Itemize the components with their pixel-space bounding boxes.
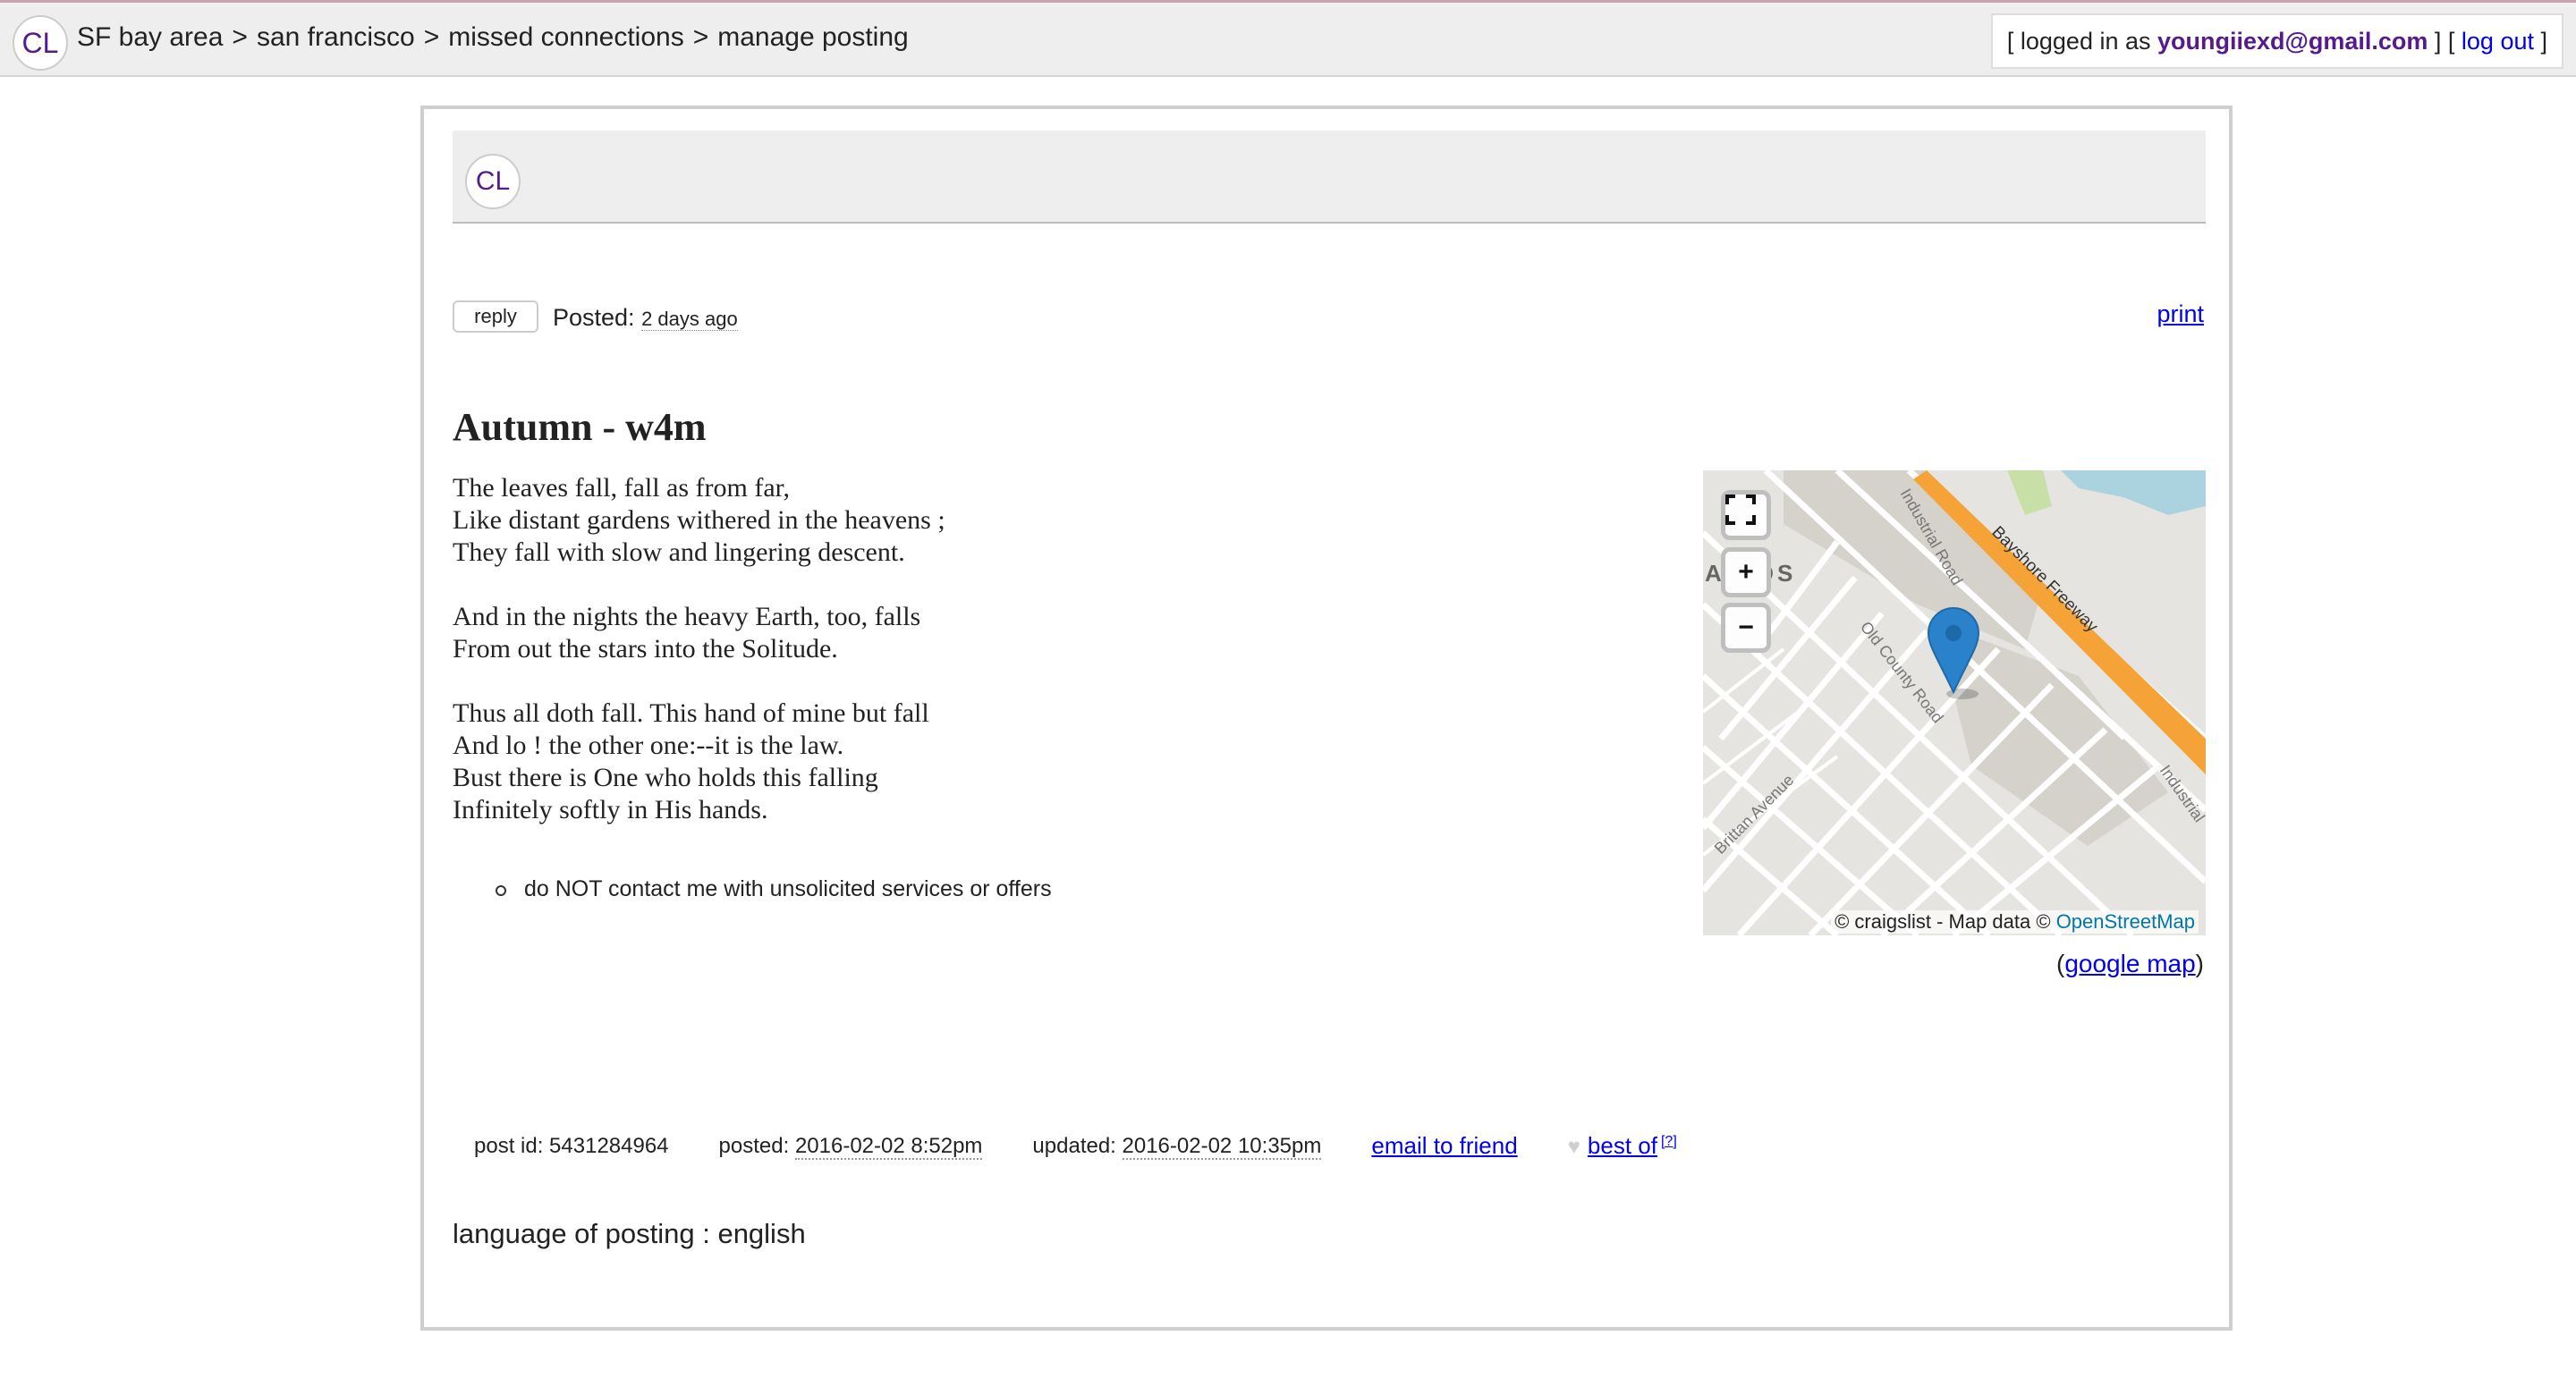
openstreetmap-link[interactable]: OpenStreetMap — [2056, 910, 2195, 933]
stanza: And in the nights the heavy Earth, too, … — [453, 601, 1258, 665]
notice-item: do NOT contact me with unsolicited servi… — [496, 876, 1052, 902]
user-status-box: [ logged in as youngiiexd@gmail.com ] [ … — [1990, 13, 2563, 69]
posted-ago: 2 days ago — [641, 308, 738, 331]
print-link[interactable]: print — [2157, 300, 2204, 328]
water-area — [2061, 470, 2206, 515]
google-map-link[interactable]: google map — [2064, 950, 2195, 977]
post-id: post id: 5431284964 — [474, 1133, 669, 1158]
breadcrumb: SF bay area > san francisco > missed connect… — [77, 22, 918, 53]
user-suffix: ] — [2533, 27, 2547, 55]
stanza: The leaves fall, fall as from far, Like … — [453, 472, 1258, 569]
notices-list: do NOT contact me with unsolicited servi… — [496, 876, 1052, 902]
breadcrumb-separator: > — [692, 22, 709, 52]
reply-button[interactable]: reply — [453, 300, 538, 333]
posted-date-value: 2016-02-02 8:52pm — [794, 1133, 983, 1160]
attribution-text: © craigslist - Map data © — [1835, 910, 2056, 933]
street-label: Brittan Avenue — [1711, 771, 1798, 858]
breadcrumb-area[interactable]: SF bay area — [77, 22, 223, 52]
fullscreen-icon — [1725, 495, 1756, 525]
best-of-help-link[interactable]: [?] — [1661, 1134, 1677, 1149]
paren-close: ) — [2195, 950, 2204, 977]
body-line: And lo ! the other one:--it is the law. — [453, 731, 844, 760]
posting-title: Autumn - w4m — [453, 405, 707, 449]
breadcrumb-separator: > — [232, 22, 248, 52]
body-line: They fall with slow and lingering descen… — [453, 537, 905, 567]
body-line: And in the nights the heavy Earth, too, … — [453, 602, 921, 631]
email-to-friend-link[interactable]: email to friend — [1371, 1132, 1517, 1160]
posting-frame: CL reply Posted: 2 days ago print Autumn… — [420, 106, 2233, 1331]
updated-date: updated: 2016-02-02 10:35pm — [1032, 1133, 1322, 1160]
user-middle: ] [ — [2428, 27, 2462, 55]
body-line: From out the stars into the Solitude. — [453, 634, 838, 664]
stanza: Thus all doth fall. This hand of mine bu… — [453, 698, 1258, 826]
breadcrumb-category[interactable]: missed connections — [448, 22, 683, 52]
breadcrumb-separator: > — [423, 22, 440, 52]
posted-date: posted: 2016-02-02 8:52pm — [718, 1133, 983, 1160]
body-line: The leaves fall, fall as from far, — [453, 473, 790, 503]
top-bar: CL SF bay area > san francisco > missed conn… — [0, 0, 2576, 77]
user-email[interactable]: youngiiexd@gmail.com — [2157, 28, 2428, 55]
posted-label: Posted: — [553, 304, 635, 331]
craigslist-logo[interactable]: CL — [465, 154, 521, 209]
heart-icon[interactable]: ♥ — [1568, 1135, 1580, 1159]
posting-language: language of posting : english — [453, 1218, 806, 1249]
body-line: Thus all doth fall. This hand of mine bu… — [453, 698, 929, 728]
zoom-in-button[interactable]: + — [1721, 547, 1771, 597]
breadcrumb-city[interactable]: san francisco — [257, 22, 415, 52]
craigslist-logo[interactable]: CL — [13, 15, 68, 71]
location-map[interactable]: Industrial Road Bayshore Freeway Old Cou… — [1703, 470, 2206, 935]
body-line: Like distant gardens withered in the hea… — [453, 505, 945, 535]
user-prefix: [ logged in as — [2006, 27, 2157, 55]
best-of-link[interactable]: best of — [1588, 1132, 1657, 1159]
zoom-out-button[interactable]: − — [1721, 603, 1771, 653]
posting-info-row: post id: 5431284964 posted: 2016-02-02 8… — [474, 1132, 1677, 1160]
map-attribution: © craigslist - Map data © OpenStreetMap — [1831, 910, 2199, 934]
posting-header: CL — [453, 131, 2206, 224]
best-of-group: ♥ best of [?] — [1568, 1132, 1677, 1160]
posted-date-label: posted: — [718, 1133, 795, 1158]
google-map-link-wrapper: (google map) — [2056, 950, 2204, 978]
breadcrumb-current: manage posting — [717, 22, 909, 52]
posting-body: The leaves fall, fall as from far, Like … — [453, 472, 1258, 858]
body-line: Infinitely softly in His hands. — [453, 795, 768, 824]
body-line: Bust there is One who holds this falling — [453, 763, 878, 792]
fullscreen-button[interactable] — [1721, 490, 1771, 540]
updated-date-label: updated: — [1032, 1133, 1123, 1158]
posted-info: Posted: 2 days ago — [553, 304, 738, 332]
park-area — [2007, 470, 2052, 515]
updated-date-value: 2016-02-02 10:35pm — [1122, 1133, 1322, 1160]
map-tiles[interactable]: Industrial Road Bayshore Freeway Old Cou… — [1703, 470, 2206, 935]
logout-link[interactable]: log out — [2462, 28, 2534, 55]
paren-open: ( — [2056, 950, 2065, 977]
